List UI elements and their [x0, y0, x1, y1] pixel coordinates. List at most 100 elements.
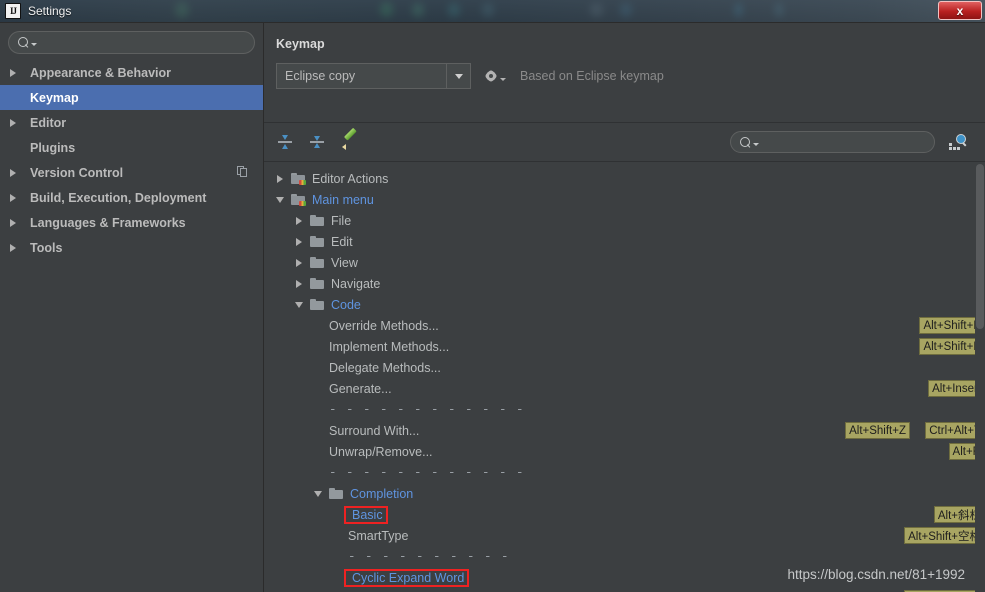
copy-icon[interactable] — [237, 166, 249, 178]
tree-row[interactable]: Cyclic Expand Word — [264, 567, 985, 588]
tree-row[interactable]: Delegate Methods... — [264, 357, 985, 378]
tree-separator: - - - - - - - - - - - - — [329, 402, 525, 417]
chevron-right-icon[interactable] — [10, 243, 24, 252]
chevron-right-icon[interactable] — [10, 68, 24, 77]
main-menu-icon — [291, 194, 306, 206]
tree-row[interactable]: Unwrap/Remove... Alt+R — [264, 441, 985, 462]
keymap-toolbar — [264, 126, 985, 158]
chevron-right-icon[interactable] — [293, 278, 304, 289]
edit-shortcut-button[interactable] — [338, 127, 360, 153]
tree-row[interactable]: Generate... Alt+Insert — [264, 378, 985, 399]
chevron-right-icon[interactable] — [293, 257, 304, 268]
tree-row[interactable]: Editor Actions — [264, 168, 985, 189]
tree-row[interactable]: Navigate — [264, 273, 985, 294]
chevron-right-icon[interactable] — [10, 168, 24, 177]
keymap-settings-button[interactable] — [484, 70, 506, 83]
chevron-right-icon[interactable] — [10, 193, 24, 202]
tree-item-label: Editor Actions — [312, 171, 389, 186]
sidebar-item-label: Appearance & Behavior — [30, 65, 172, 80]
tree-row[interactable]: - - - - - - - - - - — [264, 546, 985, 567]
search-icon — [18, 37, 29, 48]
based-on-label: Based on Eclipse keymap — [520, 69, 664, 83]
tree-item-label: View — [331, 255, 358, 270]
settings-window: IJ Settings x Appearance & Behavior Keyma… — [0, 0, 985, 592]
sidebar-search-box[interactable] — [8, 31, 255, 54]
tree-row[interactable]: View — [264, 252, 985, 273]
tree-row[interactable]: Surround With... Ctrl+Alt+T Alt+Shift+Z — [264, 420, 985, 441]
sidebar-nav-list: Appearance & Behavior Keymap Editor Plugins… — [0, 60, 263, 260]
divider — [264, 122, 985, 123]
sidebar-item-tools[interactable]: Tools — [0, 235, 263, 260]
settings-sidebar: Appearance & Behavior Keymap Editor Plugins… — [0, 23, 264, 592]
tree-row[interactable]: - - - - - - - - - - - - — [264, 462, 985, 483]
collapse-all-button[interactable] — [306, 131, 328, 153]
folder-icon — [310, 236, 324, 247]
tree-item-label: Code — [331, 297, 361, 312]
chevron-right-icon[interactable] — [293, 236, 304, 247]
chevron-right-icon[interactable] — [274, 173, 285, 184]
tree-row[interactable]: SmartType Alt+Shift+空格 — [264, 525, 985, 546]
tree-item-label: Implement Methods... — [329, 339, 450, 354]
tree-row[interactable]: - - - - - - - - - - - - — [264, 399, 985, 420]
chevron-down-icon[interactable] — [274, 194, 285, 205]
tree-row[interactable]: Main menu — [264, 189, 985, 210]
folder-icon — [310, 299, 324, 310]
chevron-down-icon[interactable] — [293, 299, 304, 310]
find-by-shortcut-icon — [949, 134, 967, 150]
sidebar-item-build-execution-deployment[interactable]: Build, Execution, Deployment — [0, 185, 263, 210]
tree-row[interactable]: File — [264, 210, 985, 231]
sidebar-item-appearance-behavior[interactable]: Appearance & Behavior — [0, 60, 263, 85]
tree-row[interactable]: Completion — [264, 483, 985, 504]
tree-item-label: Override Methods... — [329, 318, 439, 333]
sidebar-item-languages-frameworks[interactable]: Languages & Frameworks — [0, 210, 263, 235]
keymap-tree-wrap: Editor Actions Main menu File Edit View Navig… — [264, 161, 985, 592]
page-title: Keymap — [276, 37, 325, 51]
sidebar-item-version-control[interactable]: Version Control — [0, 160, 263, 185]
tree-row[interactable]: Edit — [264, 231, 985, 252]
folder-icon — [329, 488, 343, 499]
tree-row[interactable]: Override Methods... Alt+Shift+P — [264, 315, 985, 336]
tree-item-label: Basic — [344, 505, 388, 524]
keymap-select[interactable]: Eclipse copy — [276, 63, 471, 89]
tree-item-label: Surround With... — [329, 423, 420, 438]
tree-item-label: Cyclic Expand Word — [343, 568, 470, 587]
sidebar-item-plugins[interactable]: Plugins — [0, 135, 263, 160]
tree-row[interactable]: Implement Methods... Alt+Shift+E — [264, 336, 985, 357]
editor-actions-icon — [291, 173, 306, 185]
tree-row[interactable]: Basic Alt+斜杠 — [264, 504, 985, 525]
collapse-all-icon — [310, 135, 324, 149]
tree-scrollbar-thumb[interactable] — [976, 164, 984, 329]
keymap-panel: Keymap Eclipse copy Based on Eclipse key… — [264, 23, 985, 592]
sidebar-item-label: Build, Execution, Deployment — [30, 190, 207, 205]
tree-scrollbar[interactable] — [975, 162, 985, 592]
chevron-down-icon — [500, 77, 506, 81]
window-title: Settings — [28, 4, 72, 18]
keymap-search-box[interactable] — [730, 131, 935, 153]
tree-item-label: File — [331, 213, 352, 228]
pencil-icon — [341, 127, 357, 150]
tree-row[interactable]: Code — [264, 294, 985, 315]
sidebar-item-editor[interactable]: Editor — [0, 110, 263, 135]
tree-item-label: Edit — [331, 234, 353, 249]
chevron-down-icon[interactable] — [446, 64, 470, 88]
intellij-idea-icon: IJ — [5, 3, 21, 19]
chevron-right-icon[interactable] — [293, 215, 304, 226]
sidebar-item-label: Version Control — [30, 165, 124, 180]
expand-all-icon — [278, 135, 292, 149]
tree-item-label: Completion — [350, 486, 414, 501]
sidebar-item-label: Plugins — [30, 140, 76, 155]
close-button[interactable]: x — [938, 1, 982, 20]
chevron-right-icon[interactable] — [10, 118, 24, 127]
sidebar-item-keymap[interactable]: Keymap — [0, 85, 263, 110]
keymap-search-input[interactable] — [759, 135, 934, 149]
chevron-right-icon[interactable] — [10, 218, 24, 227]
tree-separator: - - - - - - - - - - — [348, 549, 510, 564]
gear-icon — [484, 70, 497, 83]
tree-row[interactable]: Cyclic Expand Word (Backward)Alt+Shift+斜… — [264, 588, 985, 592]
search-input[interactable] — [37, 35, 254, 50]
expand-all-button[interactable] — [274, 131, 296, 153]
keymap-selector-row: Eclipse copy Based on Eclipse keymap — [264, 51, 985, 89]
chevron-down-icon[interactable] — [312, 488, 323, 499]
find-by-shortcut-button[interactable] — [946, 130, 970, 154]
shortcut-badge: Alt+Shift+Z — [845, 422, 910, 439]
